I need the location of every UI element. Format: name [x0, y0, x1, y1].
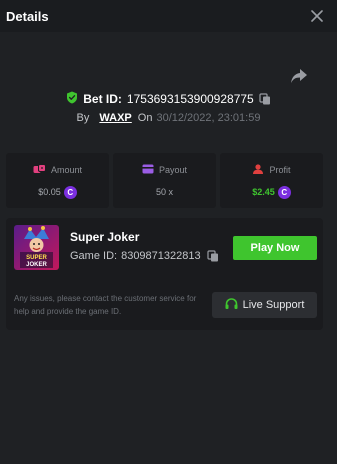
thumbnail-joker-text: JOKER: [26, 262, 47, 268]
bet-id-value: 1753693153900928775: [126, 92, 254, 106]
copy-game-id-icon[interactable]: [207, 250, 219, 262]
amount-label: Amount: [50, 165, 83, 175]
stat-profit: Profit $2.45 C: [220, 153, 323, 208]
details-header: Details: [0, 0, 337, 32]
live-support-button[interactable]: Live Support: [212, 292, 317, 318]
share-icon[interactable]: [290, 68, 308, 84]
amount-value: $0.05: [38, 187, 61, 197]
bettor-username-link[interactable]: WAXP: [99, 112, 131, 124]
bet-meta-row: By WAXP On 30/12/2022, 23:01:59: [0, 110, 337, 126]
coin-icon: C: [277, 185, 291, 199]
game-id-value: 8309871322813: [121, 250, 201, 262]
play-now-button[interactable]: Play Now: [233, 236, 317, 260]
game-thumbnail[interactable]: SUPER JOKER: [14, 225, 59, 270]
coin-icon: C: [63, 185, 77, 199]
shield-check-icon: [66, 91, 78, 107]
dice-icon: [33, 164, 46, 176]
live-support-label: Live Support: [242, 299, 305, 311]
bet-id-row: Bet ID: 1753693153900928775: [0, 90, 337, 108]
support-help-text: Any issues, please contact the customer …: [14, 294, 197, 316]
profit-label: Profit: [269, 165, 291, 175]
by-label: By: [76, 112, 90, 124]
bet-id-label: Bet ID:: [83, 92, 122, 106]
stats-row: Amount $0.05 C Payout 50 x Profit $2.45 …: [6, 153, 323, 208]
game-card: SUPER JOKER Super Joker Game ID: 8309871…: [6, 218, 323, 330]
headset-icon: [225, 297, 238, 313]
page-title: Details: [6, 8, 49, 24]
game-id-row: Game ID: 8309871322813: [70, 250, 219, 262]
bet-timestamp: 30/12/2022, 23:01:59: [156, 112, 261, 124]
user-icon: [252, 164, 264, 176]
copy-bet-id-icon[interactable]: [259, 93, 271, 105]
ticket-icon: [142, 164, 154, 176]
game-id-label: Game ID:: [70, 250, 118, 262]
on-label: On: [137, 112, 153, 124]
thumbnail-super-text: SUPER: [26, 255, 47, 261]
close-icon[interactable]: [309, 8, 325, 24]
profit-value: $2.45: [252, 187, 275, 197]
payout-label: Payout: [158, 165, 188, 175]
stat-amount: Amount $0.05 C: [6, 153, 109, 208]
stat-payout: Payout 50 x: [113, 153, 216, 208]
game-name: Super Joker: [70, 230, 140, 244]
payout-value: 50 x: [155, 187, 173, 197]
